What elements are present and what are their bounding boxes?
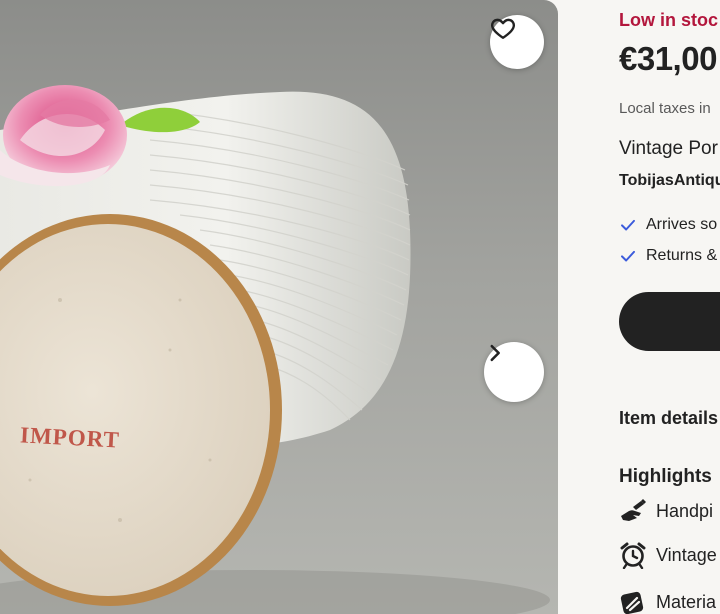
item-details-toggle[interactable]: Item details	[619, 408, 718, 429]
highlight-label: Materia	[656, 591, 717, 612]
highlight-vintage: Vintage	[619, 541, 717, 569]
benefit-returns: Returns &	[619, 247, 717, 265]
product-image[interactable]: IMPORT	[0, 0, 558, 614]
shop-name-link[interactable]: TobijasAntiqu	[619, 172, 720, 190]
benefit-arrival: Arrives so	[619, 216, 717, 234]
vase-photo: IMPORT	[0, 85, 550, 614]
base-stamp-text: IMPORT	[20, 422, 121, 452]
add-to-cart-button[interactable]	[619, 292, 720, 351]
highlight-label: Vintage	[656, 544, 717, 565]
hand-paint-icon	[621, 499, 646, 521]
taxes-note: Local taxes in	[619, 100, 711, 117]
highlight-handpicked: Handpi	[619, 498, 713, 524]
benefit-label: Returns &	[646, 247, 718, 264]
highlight-material: Materia	[619, 588, 716, 614]
stock-status: Low in stoc	[619, 10, 718, 30]
material-icon	[620, 591, 644, 614]
favorite-button[interactable]	[490, 15, 544, 69]
highlights-heading: Highlights	[619, 466, 712, 487]
heart-icon	[491, 18, 515, 39]
benefit-label: Arrives so	[646, 216, 718, 233]
alarm-clock-icon	[620, 542, 646, 569]
price: €31,00	[619, 40, 717, 77]
chevron-right-icon	[490, 344, 500, 362]
listing-title: Vintage Por	[619, 138, 718, 159]
check-icon	[621, 219, 635, 231]
next-image-button[interactable]	[484, 342, 544, 402]
highlight-label: Handpi	[656, 500, 714, 521]
listing-info-panel: Low in stoc €31,00 Local taxes in Vintag…	[619, 0, 720, 614]
check-icon	[621, 250, 635, 262]
